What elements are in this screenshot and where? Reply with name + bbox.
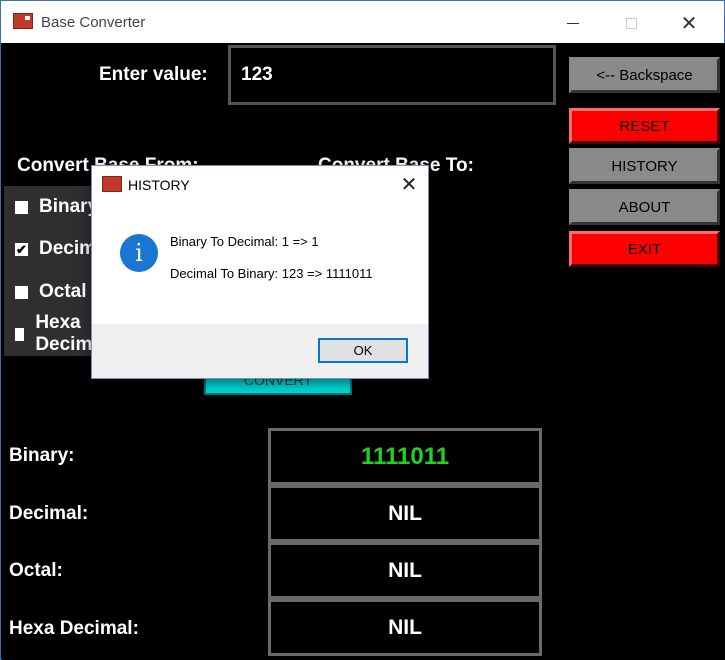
info-icon: i	[120, 234, 158, 272]
result-label-decimal: Decimal:	[9, 503, 89, 524]
ok-button[interactable]: OK	[318, 338, 408, 363]
checkbox-hexa-decimal[interactable]	[14, 326, 26, 342]
app-icon	[13, 13, 33, 29]
result-label-hexa-decimal: Hexa Decimal:	[9, 618, 139, 639]
result-hexa-decimal: NIL	[268, 599, 542, 656]
checkbox-octal[interactable]	[14, 284, 29, 300]
exit-button[interactable]: EXIT	[569, 231, 720, 267]
title-bar: Base Converter ✕	[1, 1, 724, 43]
maximize-button[interactable]	[611, 9, 651, 37]
window-title: Base Converter	[41, 14, 146, 31]
history-button[interactable]: HISTORY	[569, 148, 720, 184]
checkbox-binary[interactable]	[14, 199, 29, 215]
option-octal[interactable]: Octal	[14, 278, 87, 306]
dialog-title: HISTORY	[128, 177, 190, 193]
history-line-1: Binary To Decimal: 1 => 1	[170, 234, 319, 249]
minimize-icon	[567, 22, 579, 24]
result-binary: 1111011	[268, 428, 542, 485]
option-octal-label: Octal	[39, 281, 87, 302]
maximize-icon	[625, 17, 637, 29]
result-octal: NIL	[268, 542, 542, 599]
app-window: Base Converter ✕ Enter value: 123 <-- Ba…	[0, 0, 725, 660]
dialog-app-icon	[102, 176, 122, 192]
option-binary-label: Binary	[39, 196, 99, 217]
backspace-button[interactable]: <-- Backspace	[569, 57, 720, 93]
option-binary[interactable]: Binary	[14, 193, 98, 221]
result-decimal: NIL	[268, 485, 542, 542]
result-label-binary: Binary:	[9, 445, 75, 466]
minimize-button[interactable]	[553, 9, 593, 37]
history-dialog: HISTORY ✕ i Binary To Decimal: 1 => 1 De…	[91, 165, 429, 379]
checkbox-decimal[interactable]: ✔	[14, 241, 29, 257]
close-button[interactable]: ✕	[669, 9, 709, 37]
enter-value-label: Enter value:	[99, 64, 208, 85]
dialog-close-button[interactable]: ✕	[394, 172, 424, 198]
history-line-2: Decimal To Binary: 123 => 1111011	[170, 266, 373, 281]
dialog-footer: OK	[92, 324, 428, 378]
about-button[interactable]: ABOUT	[569, 189, 720, 225]
reset-button[interactable]: RESET	[569, 108, 720, 144]
value-input[interactable]: 123	[228, 45, 556, 105]
result-label-octal: Octal:	[9, 560, 63, 581]
